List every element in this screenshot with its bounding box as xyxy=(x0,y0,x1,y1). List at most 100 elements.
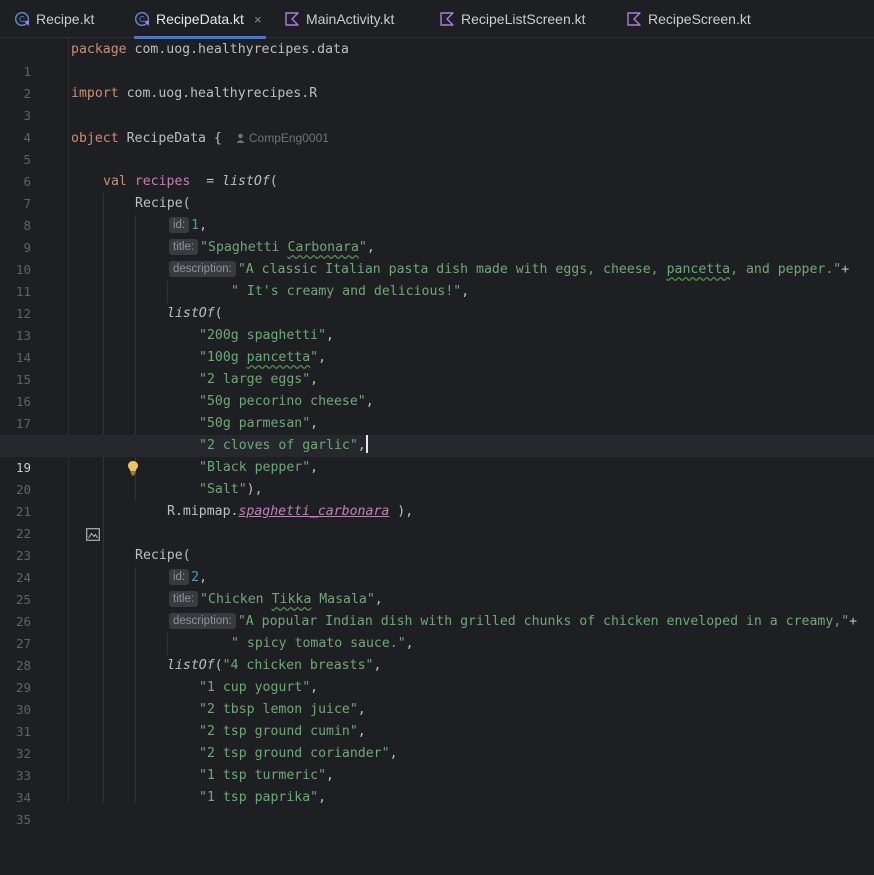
string-literal: "2 tbsp lemon juice" xyxy=(199,702,358,717)
function-call: listOf xyxy=(222,174,270,189)
tab-recipelistscreen-kt[interactable]: RecipeListScreen.kt xyxy=(439,0,586,38)
code-line[interactable]: 17 "50g pecorino cheese", xyxy=(0,391,874,431)
code-author-hint[interactable]: CompEng0001 xyxy=(236,131,329,145)
string-literal: "2 large eggs" xyxy=(199,372,311,387)
tab-recipe-kt[interactable]: C Recipe.kt xyxy=(14,0,94,38)
code-line[interactable]: 28 " spicy tomato sauce.", xyxy=(0,633,874,673)
keyword: object xyxy=(71,131,119,146)
code-text: , xyxy=(365,394,374,409)
number-literal: 1 xyxy=(191,218,200,233)
code-line[interactable]: 13 listOf( xyxy=(0,303,874,343)
tab-mainactivity-kt[interactable]: MainActivity.kt xyxy=(284,0,394,38)
person-icon xyxy=(236,133,245,143)
code-line[interactable]: 23 xyxy=(0,523,874,563)
svg-text:C: C xyxy=(19,15,25,24)
code-text: ), xyxy=(246,482,263,497)
string-literal: "2 tsp ground coriander" xyxy=(199,746,390,761)
code-line[interactable]: 34 "1 tsp turmeric", xyxy=(0,765,874,805)
code-text: R.mipmap. xyxy=(167,504,239,519)
code-editor[interactable]: 1 package com.uog.healthyrecipes.data 2 … xyxy=(0,39,874,827)
code-line[interactable]: 3 import com.uog.healthyrecipes.R xyxy=(0,83,874,123)
code-line[interactable]: 9 id: 1, xyxy=(0,215,874,255)
keyword: val xyxy=(103,174,127,189)
parameter-hint: description: xyxy=(169,613,236,629)
code-line[interactable]: 21 "Salt"), xyxy=(0,479,874,519)
tab-label: RecipeData.kt xyxy=(156,11,244,27)
string-literal: Carbonara xyxy=(287,240,359,255)
code-line[interactable]: 26 title: "Chicken Tikka Masala", xyxy=(0,589,874,629)
code-text: , xyxy=(199,570,208,585)
keyword: import xyxy=(71,86,119,101)
kotlin-file-icon xyxy=(626,11,642,27)
code-line[interactable]: 8 Recipe( xyxy=(0,193,874,233)
code-line[interactable]: 32 "2 tsp ground cumin", xyxy=(0,721,874,761)
code-text: , xyxy=(310,416,319,431)
code-line[interactable]: 15 "100g pancetta", xyxy=(0,347,874,387)
code-text: Recipe( xyxy=(135,196,191,211)
tab-recipescreen-kt[interactable]: RecipeScreen.kt xyxy=(626,0,751,38)
code-line[interactable]: 24 Recipe( xyxy=(0,545,874,585)
code-line[interactable]: 31 "2 tbsp lemon juice", xyxy=(0,699,874,739)
property-name: recipes xyxy=(134,174,191,189)
code-text: , xyxy=(461,284,470,299)
close-tab-icon[interactable]: × xyxy=(254,12,262,27)
string-literal: " It's creamy and delicious!" xyxy=(231,284,462,299)
code-line[interactable]: 6 xyxy=(0,149,874,189)
line-number: 35 xyxy=(15,812,31,827)
string-literal: "Chicken xyxy=(200,592,272,607)
code-line[interactable]: 33 "2 tsp ground coriander", xyxy=(0,743,874,783)
resource-reference[interactable]: spaghetti_carbonara xyxy=(238,504,389,519)
code-line[interactable]: 5 object RecipeData {CompEng0001 xyxy=(0,127,874,167)
code-line[interactable]: 12 " It's creamy and delicious!", xyxy=(0,281,874,321)
code-text: , xyxy=(405,636,414,651)
code-line[interactable]: 2 xyxy=(0,61,874,101)
code-text: ( xyxy=(214,306,223,321)
kotlin-class-icon: C xyxy=(14,11,30,27)
svg-text:C: C xyxy=(139,15,145,24)
code-text: , xyxy=(326,768,334,783)
parameter-hint: title: xyxy=(169,239,199,255)
code-line[interactable]: 1 package com.uog.healthyrecipes.data xyxy=(0,39,874,79)
string-literal: pancetta xyxy=(666,262,731,277)
code-line[interactable]: 30 "1 cup yogurt", xyxy=(0,677,874,717)
code-text: ), xyxy=(389,504,414,519)
author-name: CompEng0001 xyxy=(248,131,329,145)
code-text: ( xyxy=(214,658,223,673)
code-line[interactable]: 22 R.mipmap.spaghetti_carbonara ), xyxy=(0,501,874,541)
code-line[interactable]: 10 title: "Spaghetti Carbonara", xyxy=(0,237,874,277)
string-literal: "2 tsp ground cumin" xyxy=(199,724,358,739)
code-line[interactable]: 16 "2 large eggs", xyxy=(0,369,874,409)
code-line[interactable]: 20 "Black pepper", xyxy=(0,457,874,497)
code-line-current[interactable]: 19 "2 cloves of garlic", xyxy=(0,435,874,476)
string-literal: "Spaghetti xyxy=(200,240,288,255)
string-literal: "Salt" xyxy=(199,482,247,497)
code-line[interactable]: 25 id: 2, xyxy=(0,567,874,607)
string-literal: "A popular Indian dish with grilled chun… xyxy=(237,614,850,629)
string-literal: "50g pecorino cheese" xyxy=(199,394,366,409)
code-line[interactable]: 29 listOf("4 chicken breasts", xyxy=(0,655,874,695)
string-literal: "50g parmesan" xyxy=(199,416,311,431)
kotlin-file-icon xyxy=(284,11,300,27)
string-literal: "1 tsp turmeric" xyxy=(199,768,327,783)
keyword: package xyxy=(71,42,127,57)
code-line[interactable]: 18 "50g parmesan", xyxy=(0,413,874,453)
code-line[interactable]: 11 description: "A classic Italian pasta … xyxy=(0,259,874,299)
code-line[interactable]: 4 xyxy=(0,105,874,145)
code-text: , xyxy=(357,724,366,739)
code-text: , xyxy=(374,592,383,607)
function-call: listOf xyxy=(167,306,215,321)
code-text: , xyxy=(326,328,334,343)
string-literal: " xyxy=(310,350,319,365)
kotlin-file-icon xyxy=(439,11,455,27)
function-call: listOf xyxy=(167,658,215,673)
code-line[interactable]: 27 description: "A popular Indian dish wi… xyxy=(0,611,874,651)
kotlin-class-icon: C xyxy=(134,11,150,27)
code-text: Recipe( xyxy=(135,548,191,563)
code-line[interactable]: 7 val recipes = listOf( xyxy=(0,171,874,211)
code-line[interactable]: 14 "200g spaghetti", xyxy=(0,325,874,365)
parameter-hint: description: xyxy=(169,261,236,277)
code-line[interactable]: 35 "1 tsp paprika", xyxy=(0,787,874,827)
tab-recipedata-kt[interactable]: C RecipeData.kt × xyxy=(134,0,266,39)
text-caret xyxy=(365,435,368,453)
parameter-hint: id: xyxy=(169,217,190,233)
